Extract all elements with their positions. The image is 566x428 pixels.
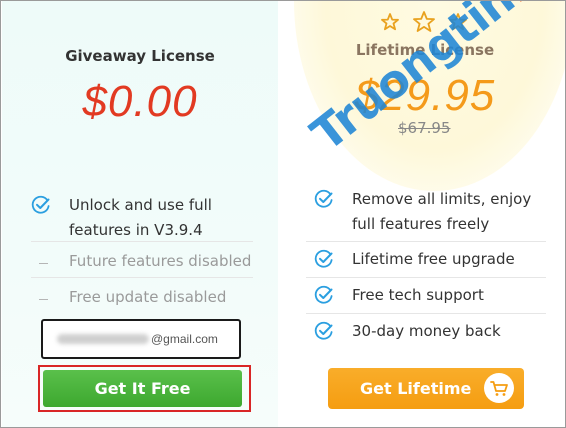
check-circle-icon xyxy=(314,283,336,313)
divider xyxy=(306,241,546,242)
lifetime-feature-3: Free tech support xyxy=(314,283,554,313)
get-lifetime-label: Get Lifetime xyxy=(360,379,472,398)
lifetime-feature-2: Lifetime free upgrade xyxy=(314,247,554,277)
license-comparison: Giveaway License $0.00 Unlock and use fu… xyxy=(0,0,566,428)
dash-icon xyxy=(31,285,53,300)
email-field[interactable]: @gmail.com xyxy=(41,319,241,359)
feature-text: Free update disabled xyxy=(69,288,227,306)
feature-text: Free tech support xyxy=(352,286,484,304)
shopping-cart-icon xyxy=(484,373,514,403)
divider xyxy=(306,313,546,314)
email-domain: @gmail.com xyxy=(151,332,218,346)
get-lifetime-button[interactable]: Get Lifetime xyxy=(328,368,524,409)
dash-icon xyxy=(31,249,53,264)
lifetime-feature-1: Remove all limits, enjoy full features f… xyxy=(314,187,554,237)
feature-text: Unlock and use full features in V3.9.4 xyxy=(69,196,212,239)
divider xyxy=(31,277,253,278)
divider xyxy=(306,277,546,278)
feature-text: Remove all limits, enjoy full features f… xyxy=(352,190,532,233)
feature-text: Lifetime free upgrade xyxy=(352,250,515,268)
check-circle-icon xyxy=(314,187,336,217)
get-free-highlight: Get It Free xyxy=(38,365,251,412)
check-circle-icon xyxy=(314,247,336,277)
giveaway-feature-2: Future features disabled xyxy=(31,249,261,274)
giveaway-feature-1: Unlock and use full features in V3.9.4 xyxy=(31,193,261,243)
check-circle-icon xyxy=(31,193,53,223)
feature-text: Future features disabled xyxy=(69,252,252,270)
blurred-username xyxy=(57,334,149,344)
giveaway-price: $0.00 xyxy=(82,77,198,126)
lifetime-feature-4: 30-day money back xyxy=(314,319,554,349)
giveaway-card: Giveaway License $0.00 Unlock and use fu… xyxy=(2,1,278,427)
original-price: $67.95 xyxy=(398,119,451,137)
get-it-free-button[interactable]: Get It Free xyxy=(43,370,242,407)
feature-text: 30-day money back xyxy=(352,322,501,340)
check-circle-icon xyxy=(314,319,336,349)
giveaway-title: Giveaway License xyxy=(65,47,215,65)
star-icon xyxy=(381,13,399,31)
divider xyxy=(31,241,253,242)
giveaway-feature-3: Free update disabled xyxy=(31,285,261,310)
